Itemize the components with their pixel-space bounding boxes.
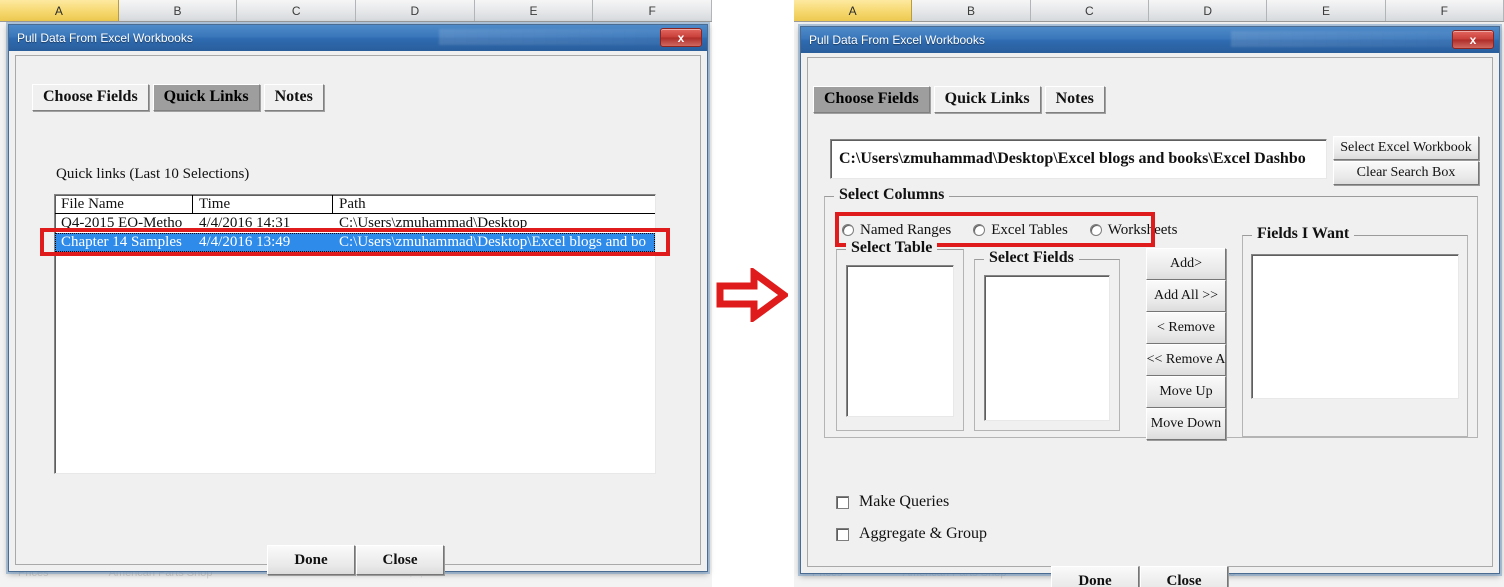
right-dialog-title: Pull Data From Excel Workbooks [809,32,985,47]
close-button-left[interactable]: Close [356,545,444,575]
checkbox-aggregate-group[interactable]: Aggregate & Group [836,525,987,543]
workbook-path-input[interactable]: C:\Users\zmuhammad\Desktop\Excel blogs a… [830,139,1327,179]
right-dialog-body: Choose Fields Quick Links Notes C:\Users… [807,57,1493,587]
column-header-f[interactable]: F [593,0,713,21]
left-tabstrip: Choose Fields Quick Links Notes [32,84,324,111]
radio-button-icon [842,224,854,236]
radio-excel-tables-label: Excel Tables [991,221,1068,238]
column-header-d-right[interactable]: D [1148,0,1268,21]
column-header-e[interactable]: E [474,0,594,21]
checkbox-aggregate-group-label: Aggregate & Group [859,525,987,542]
remove-all-button[interactable]: << Remove A [1146,344,1226,376]
column-header-file-name: File Name [55,195,193,213]
dialog-quick-links: Pull Data From Excel Workbooks x Choose … [8,24,708,575]
checkbox-make-queries[interactable]: Make Queries [836,493,949,511]
fields-i-want-group-title: Fields I Want [1252,225,1355,243]
tab-choose-fields-right[interactable]: Choose Fields [813,86,930,113]
radio-button-icon [973,224,986,236]
checkbox-icon [836,495,849,509]
close-icon[interactable]: x [660,28,702,47]
cell-file-name: Q4-2015 EO-Metho [61,215,183,231]
cell-time: 4/4/2016 13:49 [199,234,291,250]
tab-choose-fields-left[interactable]: Choose Fields [32,84,149,111]
arrow-annotation-wrapper [716,266,790,324]
left-dialog-titlebar[interactable]: Pull Data From Excel Workbooks x [9,25,707,51]
column-header-f-right[interactable]: F [1385,0,1504,21]
column-header-b-right[interactable]: B [912,0,1031,21]
select-table-group-title: Select Table [846,239,938,257]
fields-i-want-listbox[interactable] [1251,254,1459,399]
tab-quick-links-right[interactable]: Quick Links [933,86,1041,113]
column-header-c-right[interactable]: C [1030,0,1149,21]
checkbox-make-queries-label: Make Queries [859,493,950,510]
column-header-path: Path [339,195,366,212]
quick-links-listbox[interactable]: File Name Time Path Q4-2015 EO-Metho 4/4… [54,194,656,474]
column-header-row-left: A B C D E F [0,0,713,22]
checkbox-icon [836,527,849,541]
cell-path: C:\Users\zmuhammad\Desktop [339,215,528,231]
radio-worksheets-label: Worksheets [1107,221,1178,238]
add-button[interactable]: Add> [1146,248,1226,280]
dialog-choose-fields: Pull Data From Excel Workbooks x Choose … [800,26,1500,587]
add-all-button[interactable]: Add All >> [1146,280,1226,312]
column-header-a[interactable]: A [0,0,119,21]
close-icon[interactable]: x [1452,30,1494,49]
tab-notes-right[interactable]: Notes [1044,86,1105,113]
column-header-d[interactable]: D [356,0,475,21]
select-columns-group-title: Select Columns [834,186,950,204]
column-header-a-right[interactable]: A [794,0,913,21]
radio-named-ranges[interactable]: Named Ranges [842,222,951,239]
right-tabstrip: Choose Fields Quick Links Notes [813,86,1105,113]
table-row[interactable]: Chapter 14 Samples 4/4/2016 13:49 C:\Use… [55,233,655,252]
radio-button-icon [1089,224,1102,236]
right-arrow-icon [716,266,790,324]
column-header-e-right[interactable]: E [1267,0,1386,21]
column-header-time: Time [193,195,333,213]
left-dialog-body: Choose Fields Quick Links Notes Quick li… [15,55,701,575]
radio-worksheets[interactable]: Worksheets [1089,221,1178,239]
left-dialog-title: Pull Data From Excel Workbooks [17,30,193,45]
move-down-button[interactable]: Move Down [1146,408,1226,440]
quick-links-header-row: File Name Time Path [55,195,655,214]
select-table-listbox[interactable] [846,265,954,417]
column-header-row-right: A B C D E F [794,0,1504,22]
cell-path: C:\Users\zmuhammad\Desktop\Excel blogs a… [339,234,647,250]
screenshot-stage: A B C D E F Prices American Parts Shop M… [0,0,1504,587]
move-up-button[interactable]: Move Up [1146,376,1226,408]
quick-links-caption: Quick links (Last 10 Selections) [56,166,250,182]
tab-quick-links-left[interactable]: Quick Links [152,84,260,111]
cell-time: 4/4/2016 14:31 [199,215,291,231]
remove-button[interactable]: < Remove [1146,312,1226,344]
cell-file-name: Chapter 14 Samples [61,234,182,250]
select-excel-workbook-button[interactable]: Select Excel Workbook [1333,136,1479,160]
done-button-right[interactable]: Done [1051,566,1139,587]
column-header-b[interactable]: B [118,0,238,21]
radio-excel-tables[interactable]: Excel Tables [973,222,1068,239]
column-header-c[interactable]: C [237,0,357,21]
clear-search-box-button[interactable]: Clear Search Box [1333,161,1479,185]
done-button-left[interactable]: Done [267,545,355,575]
select-fields-group-title: Select Fields [984,249,1079,267]
tab-notes-left[interactable]: Notes [263,84,324,111]
close-button-right[interactable]: Close [1140,566,1228,587]
select-fields-listbox[interactable] [984,275,1110,421]
right-dialog-titlebar[interactable]: Pull Data From Excel Workbooks x [801,27,1499,53]
radio-named-ranges-label: Named Ranges [860,221,952,238]
table-row[interactable]: Q4-2015 EO-Metho 4/4/2016 14:31 C:\Users… [55,214,655,233]
